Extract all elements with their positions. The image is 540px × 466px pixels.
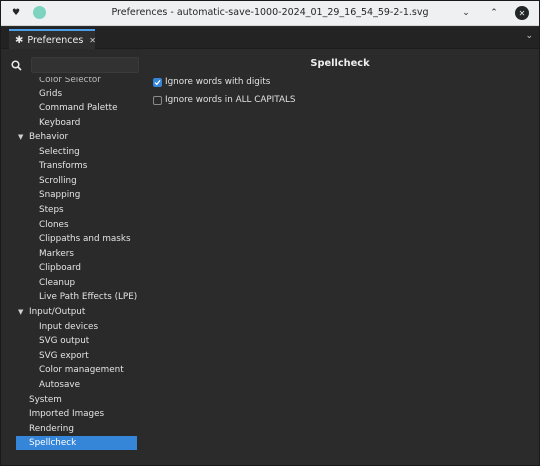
tree-item-clippaths[interactable]: Clippaths and masks [39,232,131,246]
tree-item-markers[interactable]: Markers [39,247,74,261]
chevron-down-icon[interactable]: ⌄ [525,31,533,41]
page-title: Spellcheck [310,58,370,69]
tree-item-clones[interactable]: Clones [39,218,69,232]
tree-item-autosave[interactable]: Autosave [39,378,80,392]
tree-item-scrolling[interactable]: Scrolling [39,174,77,188]
tree-item-snapping[interactable]: Snapping [39,188,80,202]
window-controls: ⌄ ⌃ ✕ [459,6,529,20]
tree-item-transforms[interactable]: Transforms [39,159,87,173]
tree-item-label: Behavior [29,132,69,142]
tab-preferences[interactable]: ✱ Preferences ✕ [9,29,96,49]
search-icon [9,58,23,72]
minimize-icon[interactable]: ⌄ [459,6,473,20]
title-bar[interactable]: ♥ Preferences - automatic-save-1000-2024… [1,1,539,26]
tree-item-system[interactable]: System [29,393,62,407]
tree-item-clipboard[interactable]: Clipboard [39,261,81,275]
tree-item-input-output[interactable]: ▼ Input/Output [18,305,86,319]
tree-item-selecting[interactable]: Selecting [39,145,80,159]
preferences-icon: ✱ [15,34,24,46]
tree-item-behavior[interactable]: ▼ Behavior [18,130,69,144]
preferences-window: ♥ Preferences - automatic-save-1000-2024… [0,0,540,466]
tab-close-icon[interactable]: ✕ [89,36,96,45]
tree-item-color-selector[interactable]: Color Selector [39,77,101,84]
expand-arrow-icon[interactable]: ▼ [18,305,23,319]
tree-item-color-management[interactable]: Color management [39,363,124,377]
tree-item-svg-output[interactable]: SVG output [39,334,89,348]
close-icon[interactable]: ✕ [515,6,529,20]
search-box [9,55,139,75]
tree-item-lpe[interactable]: Live Path Effects (LPE) [39,290,137,304]
ignore-capitals-checkbox[interactable] [153,95,162,105]
tree-item-input-devices[interactable]: Input devices [39,320,98,334]
ignore-digits-checkbox[interactable] [153,77,162,87]
ignore-capitals-label[interactable]: Ignore words in ALL CAPITALS [165,95,295,105]
spellcheck-page: Spellcheck Ignore words with digits Igno… [141,49,539,465]
option-ignore-digits[interactable]: Ignore words with digits [153,75,270,89]
tree-item-spellcheck[interactable]: Spellcheck [16,436,137,450]
dialog-tab-bar: ✱ Preferences ✕ ⌄ [1,27,539,49]
ignore-digits-label[interactable]: Ignore words with digits [165,77,270,87]
tree-item-keyboard[interactable]: Keyboard [39,116,80,130]
tree-item-svg-export[interactable]: SVG export [39,349,89,363]
tree-item-grids[interactable]: Grids [39,87,62,101]
tree-item-steps[interactable]: Steps [39,203,64,217]
search-input[interactable] [31,57,139,73]
maximize-icon[interactable]: ⌃ [487,6,501,20]
option-ignore-capitals[interactable]: Ignore words in ALL CAPITALS [153,93,295,107]
tree-item-rendering[interactable]: Rendering [29,422,74,436]
tree-item-cleanup[interactable]: Cleanup [39,276,75,290]
preferences-sidebar: Color Selector Grids Command Palette Key… [1,49,141,465]
expand-arrow-icon[interactable]: ▼ [18,130,23,144]
tree-item-imported-images[interactable]: Imported Images [29,407,104,421]
tab-label: Preferences [27,34,84,46]
tree-item-command-palette[interactable]: Command Palette [39,101,117,115]
tree-item-label: Input/Output [29,307,86,317]
